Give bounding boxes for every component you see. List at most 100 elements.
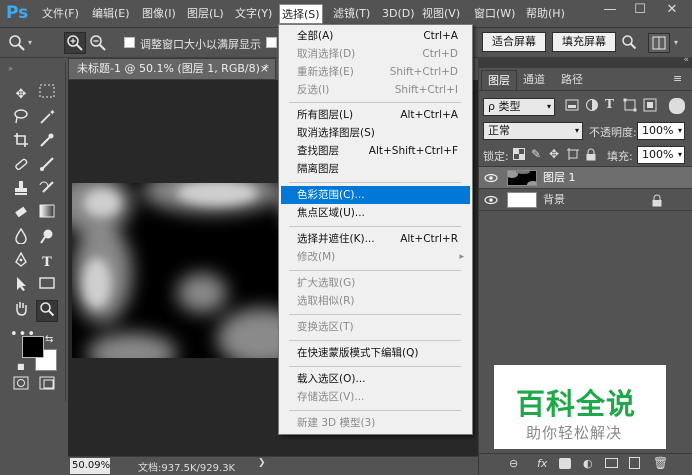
healing-brush-icon[interactable]	[10, 156, 32, 178]
lasso-tool-icon[interactable]	[10, 108, 32, 130]
swap-colors-icon[interactable]: ⇆	[45, 334, 53, 345]
layer-style-icon[interactable]: fx	[537, 457, 547, 470]
filter-type-icon[interactable]: T	[605, 97, 621, 113]
menu-item-select-all[interactable]: 全部(A) Ctrl+A	[281, 27, 470, 45]
eraser-icon[interactable]	[10, 204, 32, 226]
hand-tool-icon[interactable]	[10, 300, 32, 322]
menu-edit[interactable]: 编辑(E)	[90, 6, 132, 22]
lock-image-icon[interactable]: ✎	[531, 147, 541, 161]
brush-tool-icon[interactable]	[36, 156, 58, 178]
visibility-eye-icon[interactable]	[483, 189, 499, 211]
menu-item-modify[interactable]: 修改(M) ▸	[281, 248, 470, 266]
menu-item-inverse[interactable]: 反选(I) Shift+Ctrl+I	[281, 81, 470, 99]
status-arrow-icon[interactable]: ❯	[258, 458, 266, 468]
menu-item-save-selection[interactable]: 存储选区(V)...	[281, 388, 470, 406]
rectangle-tool-icon[interactable]	[36, 276, 58, 298]
menu-select[interactable]: 选择(S)	[279, 4, 323, 24]
pen-tool-icon[interactable]	[10, 251, 32, 274]
link-layers-icon[interactable]: ⊖	[509, 457, 518, 470]
blend-mode-select[interactable]: 正常 ▾	[483, 122, 583, 140]
fill-screen-button[interactable]: 填充屏幕	[552, 32, 616, 52]
filter-shape-icon[interactable]	[623, 98, 639, 114]
new-group-icon[interactable]	[605, 458, 618, 468]
layer-row-background[interactable]: 背景	[479, 189, 692, 211]
filter-toggle-icon[interactable]	[669, 98, 685, 114]
menu-item-isolate-layers[interactable]: 隔离图层	[281, 160, 470, 178]
menu-item-select-and-mask[interactable]: 选择并遮住(K)... Alt+Ctrl+R	[281, 230, 470, 248]
clone-stamp-icon[interactable]	[10, 180, 32, 202]
tab-paths[interactable]: 路径	[555, 70, 589, 90]
workspace-icon[interactable]	[648, 33, 670, 53]
workspace-dropdown-arrow-icon[interactable]: ▾	[674, 38, 678, 47]
zoom-out-button[interactable]	[88, 33, 108, 53]
menu-window[interactable]: 窗口(W)	[472, 6, 517, 22]
menu-item-find-layers[interactable]: 查找图层 Alt+Shift+Ctrl+F	[281, 142, 470, 160]
menu-view[interactable]: 视图(V)	[420, 6, 462, 22]
move-tool-icon[interactable]: ✥	[10, 84, 32, 106]
lock-all-icon[interactable]	[585, 148, 599, 162]
menu-item-color-range[interactable]: 色彩范围(C)...	[281, 186, 470, 204]
menu-item-new-3d-model[interactable]: 新建 3D 模型(3)	[281, 414, 470, 432]
resize-window-checkbox[interactable]	[124, 37, 135, 48]
delete-layer-icon[interactable]: 🗑	[653, 456, 668, 470]
menu-filter[interactable]: 滤镜(T)	[331, 6, 372, 22]
menu-item-quick-mask-edit[interactable]: 在快速蒙版模式下编辑(Q)	[281, 344, 470, 362]
menu-3d[interactable]: 3D(D)	[380, 6, 417, 22]
layer-filter-kind-select[interactable]: ρ 类型 ▾	[483, 98, 555, 116]
lock-transparent-icon[interactable]	[513, 148, 527, 162]
menu-help[interactable]: 帮助(H)	[524, 6, 567, 22]
zoom-in-button[interactable]	[64, 32, 86, 54]
menu-type[interactable]: 文字(Y)	[233, 6, 274, 22]
panel-menu-icon[interactable]: ≡	[673, 72, 682, 85]
minimize-button[interactable]: —	[596, 0, 624, 22]
menu-item-transform-selection[interactable]: 变换选区(T)	[281, 318, 470, 336]
filter-smart-object-icon[interactable]	[643, 98, 659, 114]
marquee-tool-icon[interactable]	[36, 84, 58, 106]
add-mask-icon[interactable]	[559, 458, 571, 469]
menu-item-deselect[interactable]: 取消选择(D) Ctrl+D	[281, 45, 470, 63]
menu-item-reselect[interactable]: 重新选择(E) Shift+Ctrl+D	[281, 63, 470, 81]
path-selection-icon[interactable]	[10, 276, 32, 298]
menu-item-load-selection[interactable]: 载入选区(O)...	[281, 370, 470, 388]
menu-image[interactable]: 图像(I)	[140, 6, 178, 22]
menu-item-all-layers[interactable]: 所有图层(L) Alt+Ctrl+A	[281, 106, 470, 124]
adjustment-layer-icon[interactable]: ◐	[583, 457, 593, 470]
dodge-tool-icon[interactable]	[36, 228, 58, 250]
tab-layers[interactable]: 图层	[481, 70, 517, 90]
menu-item-deselect-layers[interactable]: 取消选择图层(S)	[281, 124, 470, 142]
document-close-icon[interactable]: ×	[260, 59, 269, 79]
menu-layer[interactable]: 图层(L)	[185, 6, 226, 22]
blur-tool-icon[interactable]	[10, 227, 32, 250]
eyedropper-icon[interactable]	[36, 132, 58, 154]
history-brush-icon[interactable]	[36, 180, 58, 202]
foreground-color-swatch[interactable]	[22, 336, 44, 358]
fill-input[interactable]: 100% ▾	[637, 146, 685, 164]
zoom-level-field[interactable]: 50.09%	[70, 458, 110, 474]
search-icon[interactable]	[620, 34, 638, 52]
gradient-tool-icon[interactable]	[36, 204, 58, 226]
crop-tool-icon[interactable]	[10, 132, 32, 154]
zoom-all-windows-checkbox[interactable]	[266, 37, 277, 48]
zoom-tool-preset-icon[interactable]	[8, 34, 26, 52]
lock-position-icon[interactable]: ✥	[549, 147, 559, 161]
menu-item-similar[interactable]: 选取相似(R)	[281, 292, 470, 310]
new-layer-icon[interactable]	[629, 457, 640, 469]
menu-item-focus-area[interactable]: 焦点区域(U)...	[281, 204, 470, 222]
menu-file[interactable]: 文件(F)	[40, 6, 81, 22]
default-colors-icon[interactable]: ■	[17, 362, 25, 371]
screen-mode-icon[interactable]	[36, 376, 58, 398]
menu-item-grow[interactable]: 扩大选取(G)	[281, 274, 470, 292]
toolbox-collapse-icon[interactable]: »	[8, 64, 13, 73]
maximize-button[interactable]: ☐	[626, 0, 654, 22]
quick-mask-icon[interactable]	[10, 376, 32, 398]
lock-artboard-icon[interactable]	[567, 148, 581, 162]
magic-wand-icon[interactable]: ✦	[36, 108, 58, 130]
type-tool-icon[interactable]: T	[36, 252, 58, 274]
document-tab[interactable]: 未标题-1 @ 50.1% (图层 1, RGB/8) * ×	[68, 58, 276, 80]
filter-pixel-icon[interactable]	[565, 98, 581, 114]
close-window-button[interactable]: ✕	[658, 0, 686, 22]
fit-screen-button[interactable]: 适合屏幕	[482, 32, 546, 52]
tab-channels[interactable]: 通道	[517, 70, 551, 90]
opacity-input[interactable]: 100% ▾	[637, 122, 685, 140]
layer-row-layer1[interactable]: 图层 1	[479, 167, 692, 189]
